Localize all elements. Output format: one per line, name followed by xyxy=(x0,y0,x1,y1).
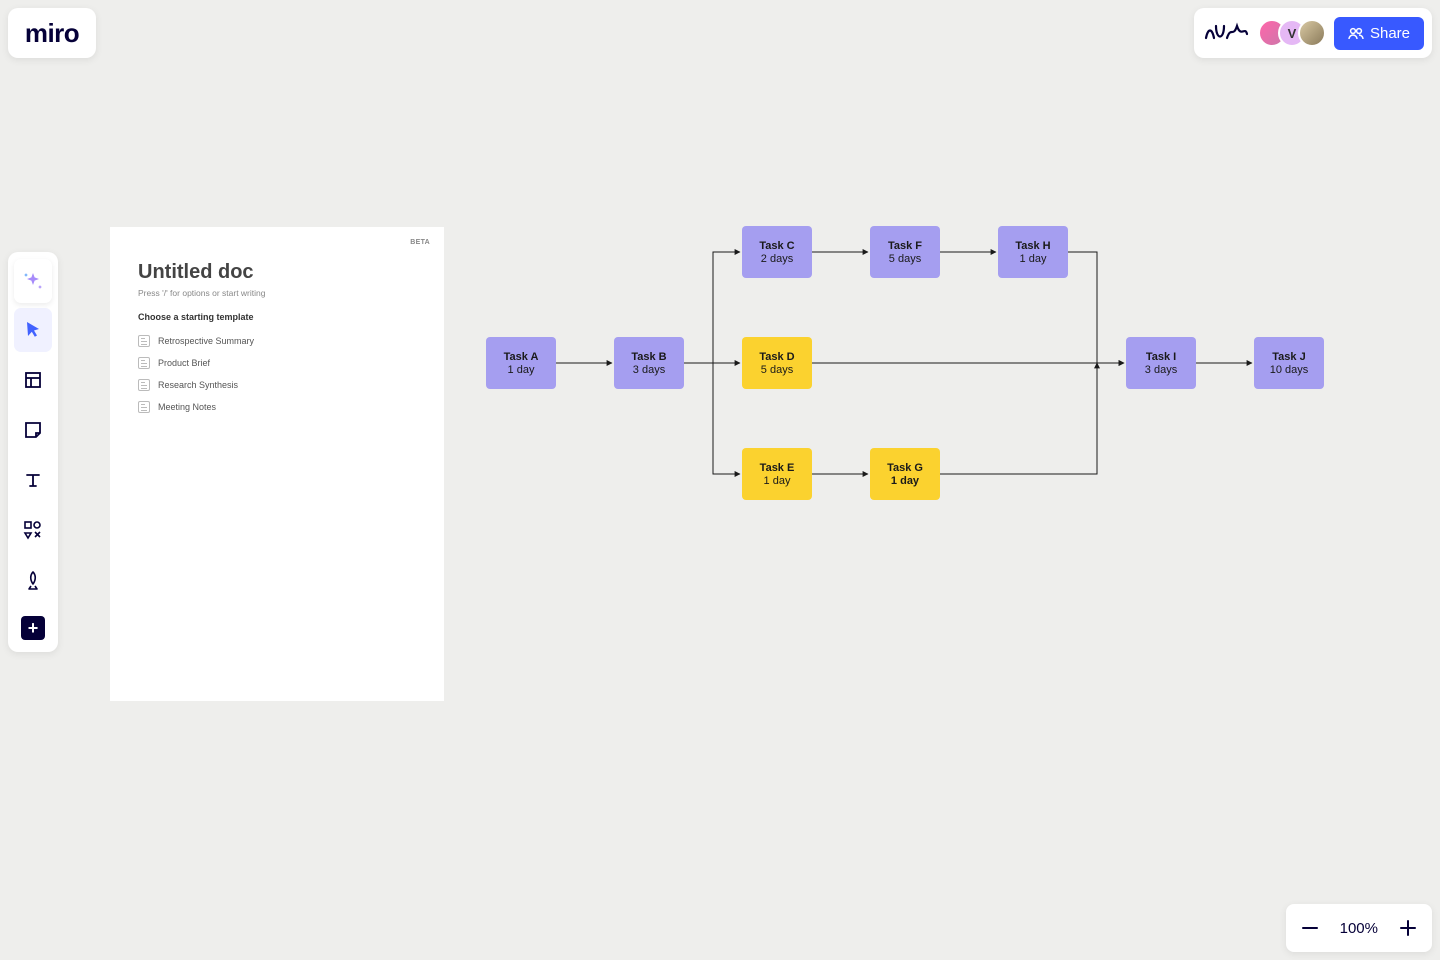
doc-template-item[interactable]: Retrospective Summary xyxy=(138,330,416,352)
task-duration: 1 day xyxy=(508,364,535,376)
doc-template-item[interactable]: Meeting Notes xyxy=(138,396,416,418)
share-label: Share xyxy=(1370,25,1410,42)
doc-template-label: Product Brief xyxy=(158,358,210,368)
zoom-out-button[interactable] xyxy=(1296,914,1324,942)
task-label: Task G xyxy=(887,462,923,474)
task-label: Task A xyxy=(504,351,539,363)
zoom-in-button[interactable] xyxy=(1394,914,1422,942)
document-icon xyxy=(138,401,150,413)
doc-template-label: Research Synthesis xyxy=(158,380,238,390)
task-label: Task F xyxy=(888,240,922,252)
doc-template-label: Retrospective Summary xyxy=(158,336,254,346)
avatar[interactable] xyxy=(1298,19,1326,47)
shapes-tool[interactable] xyxy=(14,508,52,552)
task-duration: 1 day xyxy=(1020,253,1047,265)
collaborator-avatars[interactable]: V xyxy=(1258,19,1326,47)
task-node-g[interactable]: Task G 1 day xyxy=(870,448,940,500)
sticky-note-icon xyxy=(23,420,43,440)
pen-icon xyxy=(23,570,43,590)
minus-icon xyxy=(1301,919,1319,937)
task-node-c[interactable]: Task C 2 days xyxy=(742,226,812,278)
task-label: Task J xyxy=(1272,351,1305,363)
task-node-i[interactable]: Task I 3 days xyxy=(1126,337,1196,389)
zoom-controls: 100% xyxy=(1286,904,1432,952)
doc-template-item[interactable]: Product Brief xyxy=(138,352,416,374)
task-label: Task C xyxy=(759,240,794,252)
task-duration: 3 days xyxy=(1145,364,1177,376)
document-icon xyxy=(138,357,150,369)
doc-hint: Press '/' for options or start writing xyxy=(138,288,416,298)
shapes-icon xyxy=(23,520,43,540)
text-icon xyxy=(23,470,43,490)
task-label: Task D xyxy=(759,351,794,363)
doc-template-list: Retrospective Summary Product Brief Rese… xyxy=(138,330,416,418)
zoom-value[interactable]: 100% xyxy=(1340,920,1378,937)
doc-choose-label: Choose a starting template xyxy=(138,312,416,322)
logo-box[interactable]: miro xyxy=(8,8,96,58)
cursor-icon xyxy=(23,320,43,340)
task-duration: 2 days xyxy=(761,253,793,265)
share-button[interactable]: Share xyxy=(1334,17,1424,50)
task-label: Task I xyxy=(1146,351,1176,363)
beta-badge: BETA xyxy=(410,239,430,246)
task-duration: 5 days xyxy=(889,253,921,265)
add-tool[interactable]: + xyxy=(14,608,52,646)
task-node-a[interactable]: Task A 1 day xyxy=(486,337,556,389)
task-node-b[interactable]: Task B 3 days xyxy=(614,337,684,389)
ai-tool[interactable] xyxy=(14,259,52,303)
frame-tool[interactable] xyxy=(14,358,52,402)
task-label: Task B xyxy=(631,351,666,363)
plus-icon xyxy=(1399,919,1417,937)
left-toolbar: + xyxy=(8,252,58,652)
task-node-e[interactable]: Task E 1 day xyxy=(742,448,812,500)
logo-text: miro xyxy=(25,18,79,49)
task-duration: 1 day xyxy=(764,475,791,487)
document-icon xyxy=(138,379,150,391)
task-node-f[interactable]: Task F 5 days xyxy=(870,226,940,278)
sparkle-icon xyxy=(22,270,44,292)
text-tool[interactable] xyxy=(14,458,52,502)
document-icon xyxy=(138,335,150,347)
task-duration: 3 days xyxy=(633,364,665,376)
doc-panel[interactable]: BETA Untitled doc Press '/' for options … xyxy=(110,227,444,701)
task-node-j[interactable]: Task J 10 days xyxy=(1254,337,1324,389)
task-node-h[interactable]: Task H 1 day xyxy=(998,226,1068,278)
select-tool[interactable] xyxy=(14,308,52,352)
task-label: Task E xyxy=(760,462,795,474)
topbar: V Share xyxy=(1194,8,1432,58)
task-node-d[interactable]: Task D 5 days xyxy=(742,337,812,389)
doc-title[interactable]: Untitled doc xyxy=(138,261,416,284)
pen-tool[interactable] xyxy=(14,558,52,602)
doc-template-item[interactable]: Research Synthesis xyxy=(138,374,416,396)
task-duration: 10 days xyxy=(1270,364,1309,376)
doc-template-label: Meeting Notes xyxy=(158,402,216,412)
plus-icon: + xyxy=(21,616,45,640)
frame-icon xyxy=(23,370,43,390)
sticky-tool[interactable] xyxy=(14,408,52,452)
share-icon xyxy=(1348,25,1364,41)
task-duration: 1 day xyxy=(891,475,919,487)
task-label: Task H xyxy=(1015,240,1050,252)
task-duration: 5 days xyxy=(761,364,793,376)
reactions-icon[interactable] xyxy=(1202,17,1250,49)
